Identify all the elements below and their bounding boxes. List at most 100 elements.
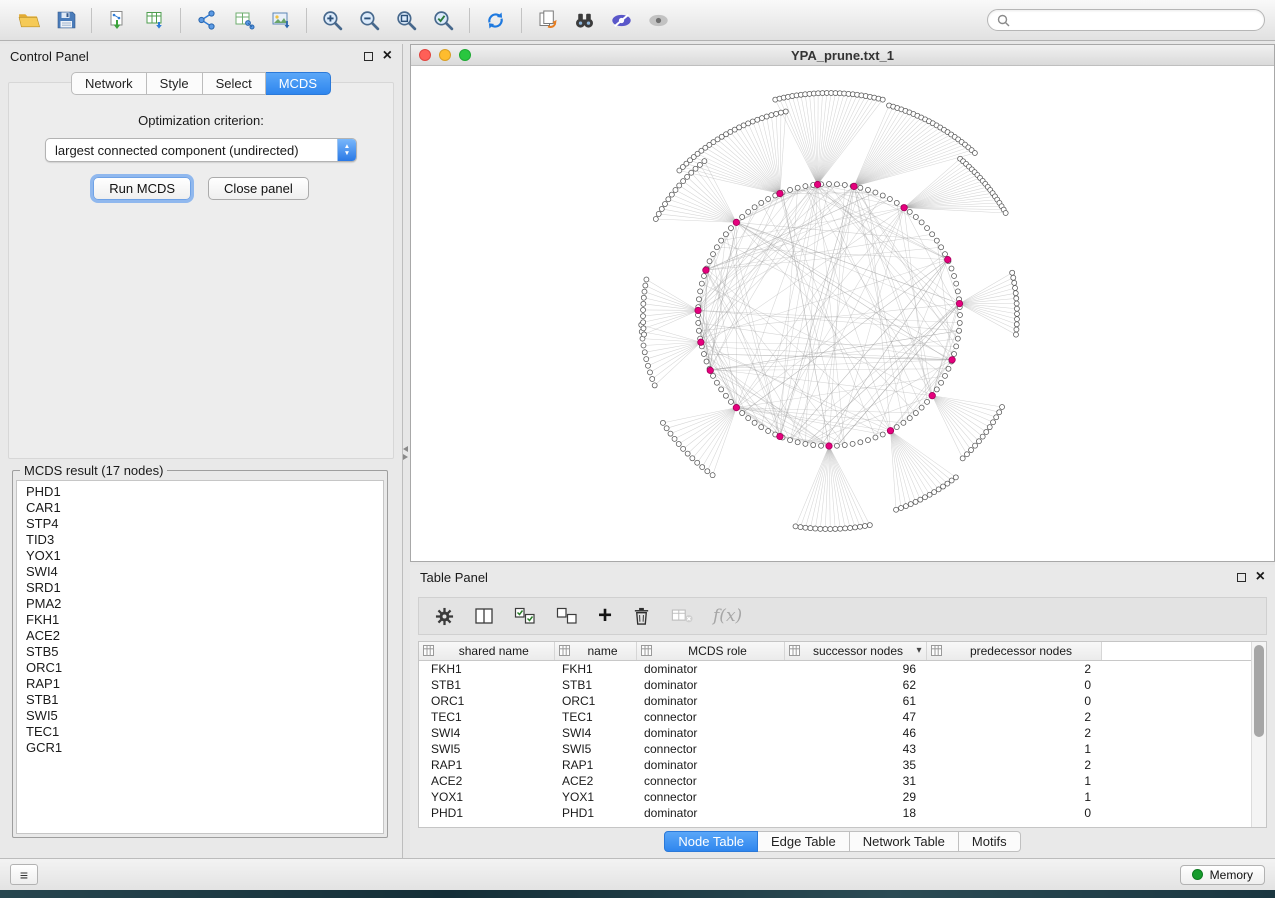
- table-cell[interactable]: dominator: [636, 677, 784, 693]
- run-mcds-button[interactable]: Run MCDS: [93, 177, 191, 200]
- tab-select[interactable]: Select: [203, 72, 266, 95]
- table-cell[interactable]: PHD1: [554, 805, 636, 821]
- table-row[interactable]: SWI5SWI5connector431: [419, 741, 1266, 757]
- table-cell[interactable]: connector: [636, 773, 784, 789]
- table-cell[interactable]: STB1: [554, 677, 636, 693]
- maximize-window-icon[interactable]: [459, 49, 471, 61]
- table-cell[interactable]: 0: [926, 805, 1101, 821]
- delete-column-button[interactable]: [632, 606, 651, 626]
- zoom-selected-button[interactable]: [425, 5, 462, 36]
- deselect-all-button[interactable]: [556, 607, 578, 625]
- result-item[interactable]: ORC1: [26, 660, 374, 676]
- table-cell[interactable]: 1: [926, 789, 1101, 805]
- table-cell[interactable]: 31: [784, 773, 926, 789]
- table-cell[interactable]: YOX1: [554, 789, 636, 805]
- table-cell[interactable]: 43: [784, 741, 926, 757]
- result-item[interactable]: SWI4: [26, 564, 374, 580]
- table-row[interactable]: TEC1TEC1connector472: [419, 709, 1266, 725]
- clone-network-button[interactable]: [529, 5, 566, 36]
- table-cell[interactable]: SWI4: [419, 725, 554, 741]
- close-panel-icon[interactable]: ×: [383, 48, 392, 64]
- table-cell[interactable]: 29: [784, 789, 926, 805]
- table-row[interactable]: YOX1YOX1connector291: [419, 789, 1266, 805]
- show-columns-button[interactable]: [474, 606, 494, 626]
- network-titlebar[interactable]: YPA_prune.txt_1: [411, 45, 1274, 66]
- show-all-button[interactable]: [640, 5, 677, 36]
- table-row[interactable]: ORC1ORC1dominator610: [419, 693, 1266, 709]
- table-row[interactable]: FKH1FKH1dominator962: [419, 660, 1266, 677]
- table-cell[interactable]: YOX1: [419, 789, 554, 805]
- export-image-button[interactable]: [262, 5, 299, 36]
- hide-selected-button[interactable]: [603, 5, 640, 36]
- table-cell[interactable]: 0: [926, 693, 1101, 709]
- table-cell[interactable]: 47: [784, 709, 926, 725]
- table-cell[interactable]: RAP1: [419, 757, 554, 773]
- table-row[interactable]: ACE2ACE2connector311: [419, 773, 1266, 789]
- table-cell[interactable]: 61: [784, 693, 926, 709]
- new-table-button[interactable]: [225, 5, 262, 36]
- column-header[interactable]: shared name: [419, 642, 554, 660]
- tab-motifs[interactable]: Motifs: [959, 831, 1021, 852]
- result-item[interactable]: PHD1: [26, 484, 374, 500]
- table-cell[interactable]: dominator: [636, 693, 784, 709]
- close-table-panel-icon[interactable]: ×: [1256, 569, 1265, 585]
- table-cell[interactable]: FKH1: [419, 660, 554, 677]
- search-input[interactable]: [1016, 12, 1255, 28]
- column-header[interactable]: name: [554, 642, 636, 660]
- tab-network-table[interactable]: Network Table: [850, 831, 959, 852]
- expand-right-icon[interactable]: [403, 454, 408, 460]
- result-item[interactable]: FKH1: [26, 612, 374, 628]
- table-cell[interactable]: dominator: [636, 660, 784, 677]
- table-cell[interactable]: connector: [636, 741, 784, 757]
- add-column-button[interactable]: +: [598, 606, 612, 625]
- find-button[interactable]: [566, 5, 603, 36]
- result-item[interactable]: STP4: [26, 516, 374, 532]
- select-all-button[interactable]: [514, 607, 536, 625]
- import-network-button[interactable]: [99, 5, 136, 36]
- tab-mcds[interactable]: MCDS: [266, 72, 331, 95]
- table-cell[interactable]: TEC1: [419, 709, 554, 725]
- import-table-button[interactable]: [136, 5, 173, 36]
- result-item[interactable]: SWI5: [26, 708, 374, 724]
- table-cell[interactable]: 96: [784, 660, 926, 677]
- result-item[interactable]: CAR1: [26, 500, 374, 516]
- table-cell[interactable]: 2: [926, 660, 1101, 677]
- table-cell[interactable]: 18: [784, 805, 926, 821]
- table-cell[interactable]: 2: [926, 757, 1101, 773]
- table-cell[interactable]: RAP1: [554, 757, 636, 773]
- table-cell[interactable]: STB1: [419, 677, 554, 693]
- table-cell[interactable]: ORC1: [419, 693, 554, 709]
- result-item[interactable]: GCR1: [26, 740, 374, 756]
- float-table-panel-icon[interactable]: [1237, 573, 1246, 582]
- tab-style[interactable]: Style: [147, 72, 203, 95]
- minimize-window-icon[interactable]: [439, 49, 451, 61]
- zoom-fit-button[interactable]: [388, 5, 425, 36]
- table-row[interactable]: STB1STB1dominator620: [419, 677, 1266, 693]
- memory-button[interactable]: Memory: [1180, 865, 1265, 885]
- close-window-icon[interactable]: [419, 49, 431, 61]
- table-cell[interactable]: 2: [926, 725, 1101, 741]
- result-item[interactable]: RAP1: [26, 676, 374, 692]
- table-cell[interactable]: 1: [926, 773, 1101, 789]
- table-settings-button[interactable]: [435, 607, 454, 626]
- network-graph[interactable]: [411, 67, 1274, 563]
- result-item[interactable]: STB5: [26, 644, 374, 660]
- table-cell[interactable]: ACE2: [554, 773, 636, 789]
- table-cell[interactable]: dominator: [636, 757, 784, 773]
- toolbar-search[interactable]: [987, 9, 1265, 31]
- table-cell[interactable]: 1: [926, 741, 1101, 757]
- apply-layout-button[interactable]: [477, 5, 514, 36]
- result-item[interactable]: PMA2: [26, 596, 374, 612]
- float-panel-icon[interactable]: [364, 52, 373, 61]
- tab-node-table[interactable]: Node Table: [664, 831, 758, 852]
- result-item[interactable]: SRD1: [26, 580, 374, 596]
- table-cell[interactable]: 2: [926, 709, 1101, 725]
- table-row[interactable]: SWI4SWI4dominator462: [419, 725, 1266, 741]
- table-cell[interactable]: ACE2: [419, 773, 554, 789]
- collapse-left-icon[interactable]: [403, 446, 408, 452]
- table-cell[interactable]: TEC1: [554, 709, 636, 725]
- table-cell[interactable]: 35: [784, 757, 926, 773]
- sort-indicator-icon[interactable]: ▾: [916, 645, 921, 656]
- table-cell[interactable]: connector: [636, 789, 784, 805]
- close-panel-button[interactable]: Close panel: [208, 177, 309, 200]
